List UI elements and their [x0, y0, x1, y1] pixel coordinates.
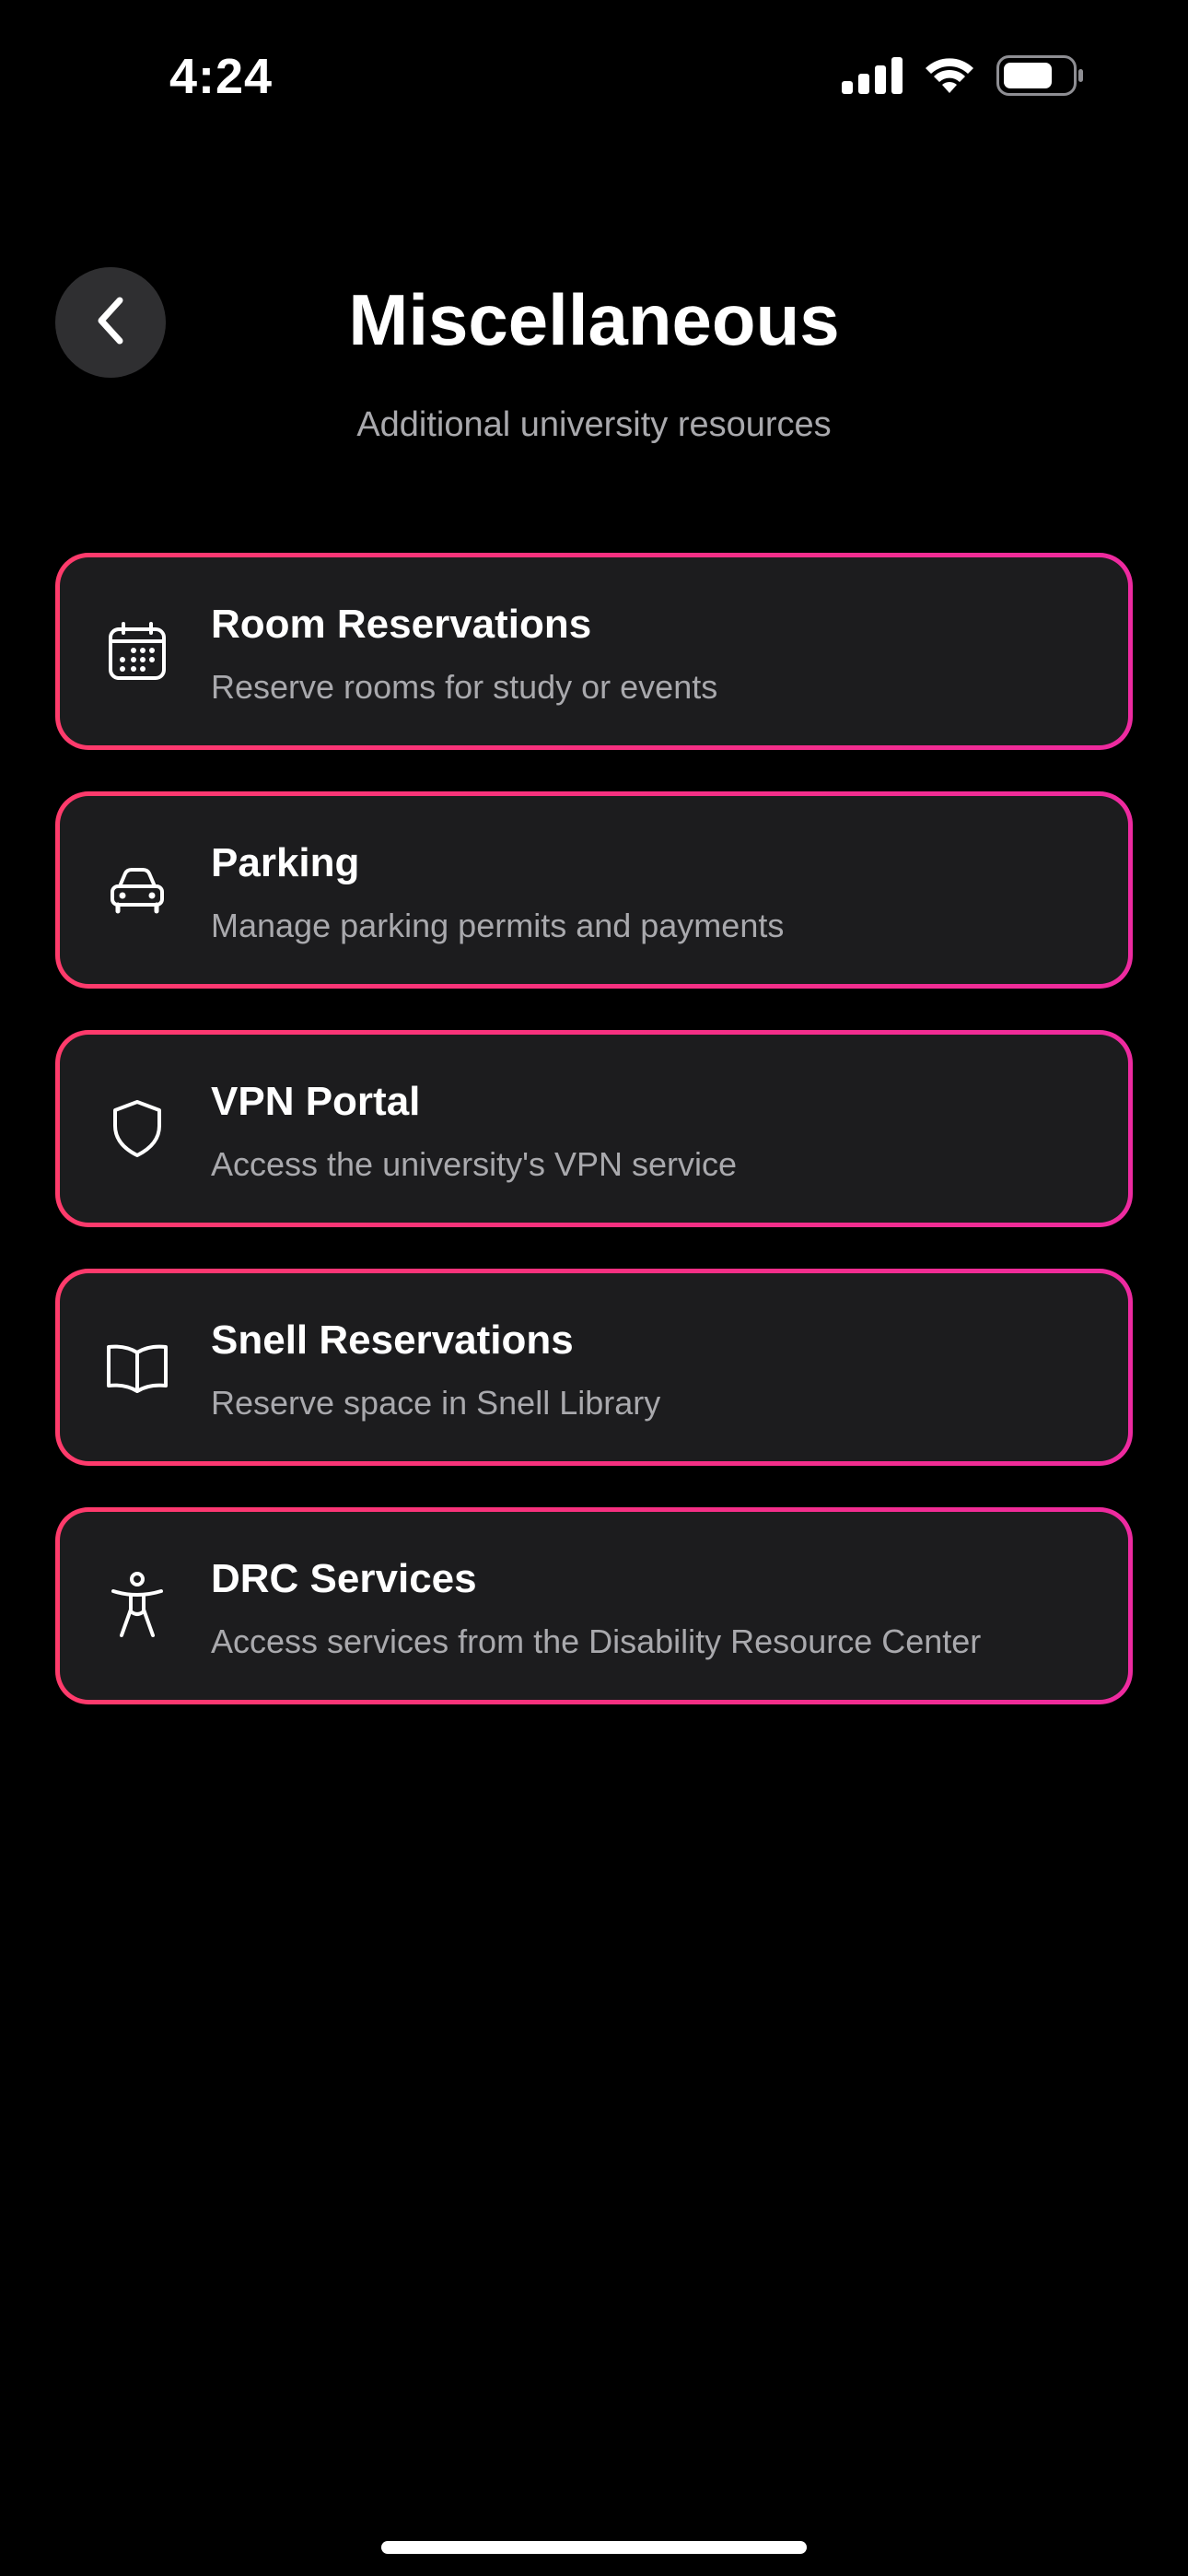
- card-body: Snell Reservations Reserve space in Snel…: [60, 1273, 1128, 1461]
- page-subtitle: Additional university resources: [356, 405, 832, 444]
- car-icon: [104, 857, 170, 923]
- calendar-icon: [104, 618, 170, 685]
- cellular-signal-icon: [842, 57, 903, 94]
- accessibility-icon: [104, 1572, 170, 1639]
- book-icon: [104, 1334, 170, 1400]
- card-body: Room Reservations Reserve rooms for stud…: [60, 557, 1128, 745]
- card-body: Parking Manage parking permits and payme…: [60, 796, 1128, 984]
- page-title: Miscellaneous: [348, 279, 840, 360]
- card-title: Room Reservations: [211, 602, 592, 647]
- card-snell-reservations[interactable]: Snell Reservations Reserve space in Snel…: [55, 1269, 1133, 1466]
- card-vpn-portal[interactable]: VPN Portal Access the university's VPN s…: [55, 1030, 1133, 1227]
- card-title: Parking: [211, 840, 360, 885]
- status-time: 4:24: [169, 49, 274, 104]
- status-icons: [842, 55, 1085, 96]
- wifi-icon: [923, 56, 976, 95]
- card-body: VPN Portal Access the university's VPN s…: [60, 1035, 1128, 1223]
- card-title: VPN Portal: [211, 1079, 421, 1124]
- card-body: DRC Services Access services from the Di…: [60, 1512, 1128, 1700]
- resource-list: Room Reservations Reserve rooms for stud…: [55, 553, 1133, 1746]
- home-indicator[interactable]: [381, 2541, 807, 2554]
- card-parking[interactable]: Parking Manage parking permits and payme…: [55, 791, 1133, 989]
- card-description: Access the university's VPN service: [211, 1145, 738, 1183]
- card-drc-services[interactable]: DRC Services Access services from the Di…: [55, 1507, 1133, 1704]
- card-description: Reserve space in Snell Library: [211, 1384, 661, 1422]
- card-title: Snell Reservations: [211, 1317, 574, 1363]
- card-description: Reserve rooms for study or events: [211, 668, 718, 706]
- card-room-reservations[interactable]: Room Reservations Reserve rooms for stud…: [55, 553, 1133, 750]
- shield-icon: [104, 1095, 170, 1162]
- card-description: Access services from the Disability Reso…: [211, 1622, 982, 1660]
- battery-icon: [996, 55, 1085, 96]
- screen: 4:24 Miscellaneous Additional university…: [0, 0, 1188, 2576]
- card-title: DRC Services: [211, 1556, 477, 1601]
- card-description: Manage parking permits and payments: [211, 907, 785, 944]
- status-bar: 4:24: [0, 0, 1188, 157]
